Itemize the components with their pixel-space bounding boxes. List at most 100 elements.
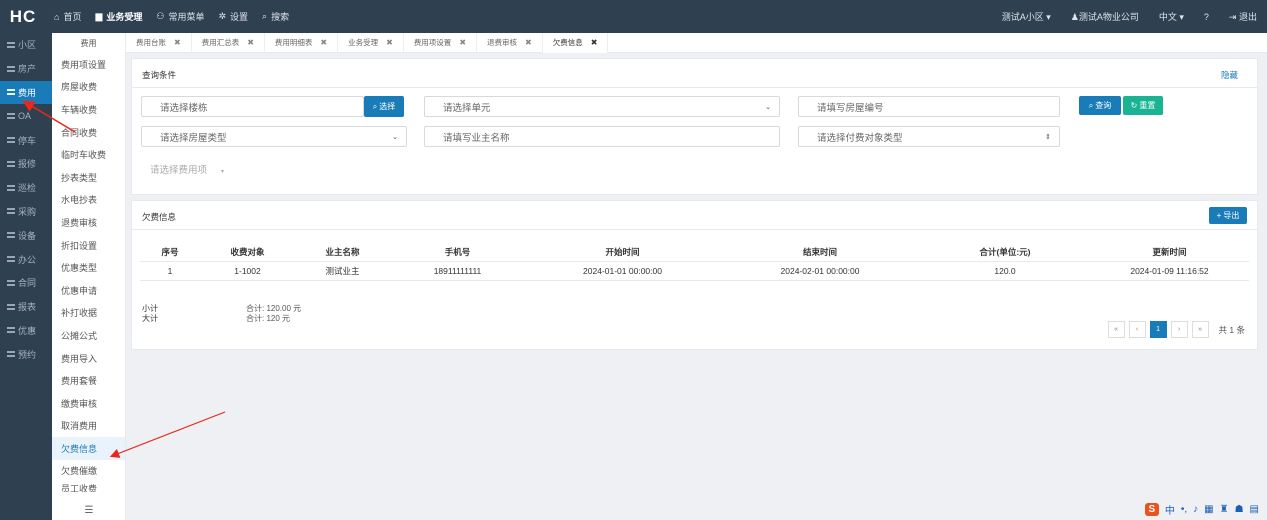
select-building-button[interactable]: ⌕ 选择 [364, 96, 404, 117]
next-page-button[interactable]: › [1170, 321, 1188, 338]
submenu-item[interactable]: 费用项设置 [52, 53, 125, 76]
room-type-select[interactable]: 请选择房屋类型 ⌄ [141, 126, 407, 147]
grid-icon[interactable]: ▤ [1250, 504, 1259, 515]
community-dropdown[interactable]: 测试A小区 ▾ [1002, 10, 1051, 23]
unit-select[interactable]: 请选择单元 ⌄ [424, 96, 780, 117]
collapse-menu-icon[interactable]: ☰ [52, 505, 126, 516]
menu-icon [7, 279, 15, 286]
sidebar-item-office[interactable]: 办公 [0, 247, 52, 271]
submenu-item[interactable]: 优惠类型 [52, 256, 125, 279]
search-icon: ⌕ [262, 11, 268, 21]
close-icon[interactable]: ✖ [459, 38, 466, 47]
sidebar-item-community[interactable]: 小区 [0, 33, 52, 57]
sidebar-item-fees[interactable]: 费用 [0, 80, 52, 105]
table-row[interactable]: 1 1-1002 测试业主 18911111111 2024-01-01 00:… [140, 261, 1249, 281]
close-icon[interactable]: ✖ [320, 38, 327, 47]
punctuation-icon[interactable]: •, [1181, 504, 1187, 515]
column-header: 结束时间 [720, 244, 920, 262]
fee-item-select[interactable]: 请选择费用项 ▾ [150, 162, 224, 176]
updown-icon: ⇕ [1045, 133, 1051, 141]
menu-icon [7, 113, 15, 120]
sidebar-item-contract[interactable]: 合同 [0, 271, 52, 295]
close-icon[interactable]: ✖ [525, 38, 532, 47]
submenu-item[interactable]: 合同收费 [52, 121, 125, 144]
submenu-item[interactable]: 补打收据 [52, 302, 125, 325]
first-page-button[interactable]: « [1107, 321, 1125, 338]
last-page-button[interactable]: » [1191, 321, 1209, 338]
skin-icon[interactable]: ♜ [1220, 504, 1229, 515]
company-dropdown[interactable]: ♟测试A物业公司 [1071, 10, 1139, 23]
microphone-icon[interactable]: ♪ [1193, 504, 1198, 515]
app-logo[interactable]: HC [0, 7, 46, 27]
submenu-item[interactable]: 优惠申请 [52, 279, 125, 302]
sidebar-item-equipment[interactable]: 设备 [0, 223, 52, 247]
tab-fee-detail[interactable]: 费用明细表 ✖ [265, 32, 339, 53]
close-icon[interactable]: ✖ [591, 38, 598, 47]
submenu-item[interactable]: 折扣设置 [52, 234, 125, 257]
room-number-input[interactable]: 请填写房屋编号 [798, 96, 1060, 117]
sogou-ime-icon[interactable]: S [1144, 503, 1159, 516]
tab-owed-info[interactable]: 欠费信息 ✖ [542, 32, 609, 53]
building-select[interactable]: 请选择楼栋 [141, 96, 364, 117]
submenu-item[interactable]: 退费审核 [52, 211, 125, 234]
submenu-item[interactable]: 公摊公式 [52, 324, 125, 347]
close-icon[interactable]: ✖ [174, 38, 181, 47]
sidebar-item-property[interactable]: 房产 [0, 57, 52, 81]
page-1-button[interactable]: 1 [1149, 321, 1167, 338]
tab-business[interactable]: 业务受理 ✖ [338, 32, 404, 53]
hide-link[interactable]: 隐藏 [1221, 69, 1238, 81]
sidebar-item-discount[interactable]: 优惠 [0, 319, 52, 343]
sidebar-item-repair[interactable]: 报修 [0, 152, 52, 176]
sidebar-item-parking[interactable]: 停车 [0, 128, 52, 152]
nav-business[interactable]: ▆ 业务受理 [95, 10, 142, 23]
submenu-item[interactable]: 缴费审核 [52, 392, 125, 415]
toolbox-icon[interactable]: ☗ [1235, 504, 1244, 515]
submenu-item[interactable]: 车辆收费 [52, 98, 125, 121]
submenu-item[interactable]: 抄表类型 [52, 166, 125, 189]
submenu-item[interactable]: 取消费用 [52, 415, 125, 438]
table-cell: 2024-02-01 00:00:00 [720, 261, 920, 281]
submenu-item[interactable]: 欠费催缴 [52, 460, 125, 483]
payer-type-select[interactable]: 请选择付费对象类型 ⇕ [798, 126, 1060, 147]
sidebar-item-booking[interactable]: 预约 [0, 342, 52, 366]
menu-icon [7, 184, 15, 191]
close-icon[interactable]: ✖ [386, 38, 393, 47]
submenu-item-owed-info[interactable]: 欠费信息 [52, 437, 125, 460]
language-dropdown[interactable]: 中文 ▾ [1159, 10, 1184, 23]
export-button[interactable]: + 导出 [1209, 207, 1247, 224]
sidebar-item-oa[interactable]: OA [0, 104, 52, 128]
chinese-mode-icon[interactable]: 中 [1165, 502, 1175, 517]
submenu-item[interactable]: 房屋收费 [52, 76, 125, 99]
nav-common-menu[interactable]: ⚇ 常用菜单 [156, 10, 204, 23]
table-cell: 2024-01-09 11:16:52 [1090, 261, 1249, 281]
tab-fee-item-settings[interactable]: 费用项设置 ✖ [404, 32, 478, 53]
submenu-item[interactable]: 水电抄表 [52, 189, 125, 212]
nav-settings[interactable]: ✲ 设置 [218, 10, 248, 23]
search-button[interactable]: ⌕ 查询 [1079, 96, 1121, 115]
owner-name-input[interactable]: 请填写业主名称 [424, 126, 780, 147]
submenu-item[interactable]: 费用导入 [52, 347, 125, 370]
tab-fee-summary[interactable]: 费用汇总表 ✖ [192, 32, 265, 53]
submenu-item[interactable]: 费用套餐 [52, 369, 125, 392]
logout-button[interactable]: ⇥ 退出 [1229, 10, 1257, 23]
sidebar-item-purchase[interactable]: 采购 [0, 200, 52, 224]
owed-info-panel: 欠费信息 + 导出 序号 收费对象 业主名称 手机号 开始时间 结束时间 合计(单… [131, 200, 1258, 350]
tab-refund-review[interactable]: 退费审核 ✖ [477, 32, 543, 53]
tab-fee-ledger[interactable]: 费用台账 ✖ [126, 32, 192, 53]
sidebar-item-reports[interactable]: 报表 [0, 295, 52, 319]
help-icon[interactable]: ? [1204, 12, 1209, 22]
reset-button[interactable]: ↻ 重置 [1123, 96, 1163, 115]
submenu-item[interactable]: 临时车收费 [52, 143, 125, 166]
keyboard-icon[interactable]: ▦ [1204, 504, 1213, 515]
total-label: 大计 [142, 314, 158, 323]
submenu-title: 费用 [80, 38, 97, 48]
submenu-item[interactable]: 员工收费 [52, 482, 125, 492]
total-count: 共 1 条 [1218, 324, 1245, 335]
prev-page-button[interactable]: ‹ [1128, 321, 1146, 338]
close-icon[interactable]: ✖ [247, 38, 254, 47]
search-icon: ⌕ [1088, 100, 1094, 110]
sidebar-item-inspection[interactable]: 巡检 [0, 176, 52, 200]
caret-down-icon: ▾ [1046, 12, 1051, 22]
nav-search[interactable]: ⌕ 搜索 [262, 10, 289, 23]
nav-home[interactable]: ⌂ 首页 [54, 10, 81, 23]
